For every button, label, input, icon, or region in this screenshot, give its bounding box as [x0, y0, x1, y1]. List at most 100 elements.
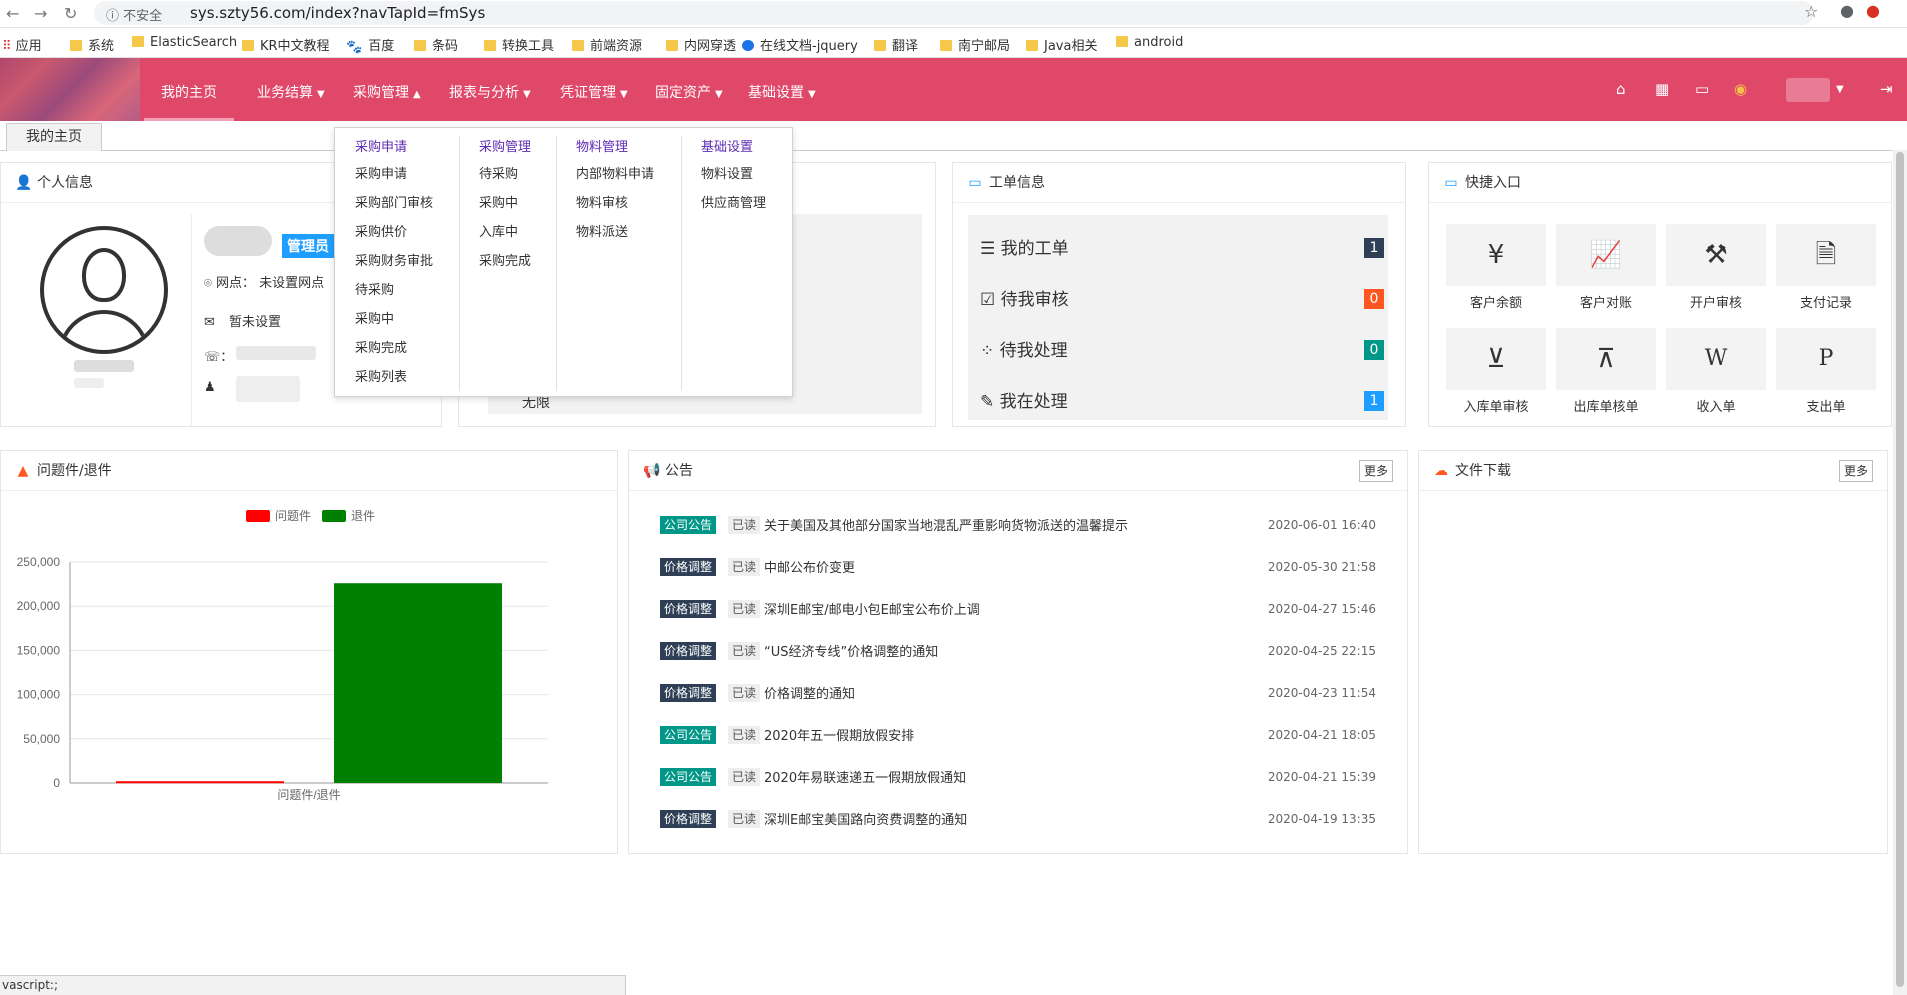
- account-icon[interactable]: ●: [1840, 1, 1854, 20]
- bookmark-item[interactable]: 条码: [414, 35, 458, 54]
- shortcut-caret-down-box[interactable]: ⊻: [1446, 328, 1546, 390]
- work-order-row[interactable]: ✎ 我在处理 1: [968, 377, 1388, 421]
- chrome-menu-icon[interactable]: ●: [1866, 1, 1880, 20]
- dropdown-item[interactable]: 供应商管理: [701, 189, 766, 218]
- notice-title-link[interactable]: 价格调整的通知: [764, 683, 855, 702]
- notice-item[interactable]: 公司公告 已读 2020年五一假期放假安排 2020-04-21 18:05: [660, 724, 1380, 748]
- dropdown-item[interactable]: 物料审核: [576, 189, 654, 218]
- bookmark-item[interactable]: 内网穿透: [666, 35, 736, 54]
- back-icon[interactable]: ←: [6, 4, 19, 23]
- page-scrollbar[interactable]: [1893, 150, 1907, 995]
- shortcut-p-file[interactable]: P: [1776, 328, 1876, 390]
- dropdown-item[interactable]: 采购中: [479, 189, 531, 218]
- dropdown-item[interactable]: 待采购: [355, 276, 433, 305]
- bookmark-item[interactable]: 转换工具: [484, 35, 554, 54]
- bookmark-apps[interactable]: ⠿ 应用: [2, 35, 42, 54]
- notice-item[interactable]: 公司公告 已读 2020年易联速递五一假期放假通知 2020-04-21 15:39: [660, 766, 1380, 790]
- shortcut-label[interactable]: 开户审核: [1666, 292, 1766, 311]
- work-order-row[interactable]: ☑ 待我审核 0: [968, 275, 1388, 319]
- dropdown-column-title[interactable]: 物料管理: [576, 136, 654, 160]
- username-blurred[interactable]: [1786, 78, 1830, 102]
- scrollbar-thumb[interactable]: [1896, 152, 1904, 987]
- notice-title-link[interactable]: 关于美国及其他部分国家当地混乱严重影响货物派送的温馨提示: [764, 515, 1128, 534]
- notice-title-link[interactable]: 2020年五一假期放假安排: [764, 725, 914, 744]
- dropdown-item[interactable]: 待采购: [479, 160, 531, 189]
- work-order-row[interactable]: ☰ 我的工单 1: [968, 224, 1388, 268]
- notice-item[interactable]: 价格调整 已读 “US经济专线”价格调整的通知 2020-04-25 22:15: [660, 640, 1380, 664]
- shortcut-word-file[interactable]: W: [1666, 328, 1766, 390]
- nav-menu-item[interactable]: 报表与分析 ▼: [449, 82, 531, 102]
- shortcut-label[interactable]: 客户对账: [1556, 292, 1656, 311]
- dropdown-item[interactable]: 物料设置: [701, 160, 766, 189]
- bookmark-item[interactable]: 🐾 百度: [346, 35, 394, 55]
- security-indicator[interactable]: ⓘ 不安全: [106, 5, 162, 24]
- shortcut-label[interactable]: 客户余额: [1446, 292, 1546, 311]
- bookmark-item[interactable]: ElasticSearch: [132, 35, 237, 50]
- bookmark-item[interactable]: 翻译: [874, 35, 918, 54]
- dropdown-item[interactable]: 采购中: [355, 305, 433, 334]
- nav-menu-item[interactable]: 采购管理 ▲: [353, 82, 421, 102]
- dropdown-item[interactable]: 物料派送: [576, 218, 654, 247]
- notice-title-link[interactable]: 中邮公布价变更: [764, 557, 855, 576]
- notice-item[interactable]: 价格调整 已读 深圳E邮宝/邮电小包E邮宝公布价上调 2020-04-27 15:46: [660, 598, 1380, 622]
- dropdown-column-title[interactable]: 基础设置: [701, 136, 766, 160]
- notice-title-link[interactable]: 2020年易联速递五一假期放假通知: [764, 767, 966, 786]
- dropdown-column-title[interactable]: 采购管理: [479, 136, 531, 160]
- shortcut-document[interactable]: 🗎: [1776, 224, 1876, 286]
- nav-menu-item[interactable]: 固定资产 ▼: [655, 82, 723, 102]
- notice-item[interactable]: 价格调整 已读 价格调整的通知 2020-04-23 11:54: [660, 682, 1380, 706]
- notice-item[interactable]: 价格调整 已读 深圳E邮宝美国路向资费调整的通知 2020-04-19 13:35: [660, 808, 1380, 832]
- logout-icon[interactable]: ⇥: [1880, 80, 1893, 98]
- notices-more-button[interactable]: 更多: [1359, 460, 1393, 482]
- dropdown-column-title[interactable]: 采购申请: [355, 136, 433, 160]
- user-avatar-icon[interactable]: ◉: [1734, 80, 1747, 98]
- dropdown-item[interactable]: 采购供价: [355, 218, 433, 247]
- shortcut-label[interactable]: 支出单: [1776, 396, 1876, 415]
- bookmark-item[interactable]: 前端资源: [572, 35, 642, 54]
- dropdown-item[interactable]: 采购列表: [355, 363, 433, 392]
- dropdown-item[interactable]: 采购申请: [355, 160, 433, 189]
- bookmark-item[interactable]: 在线文档-jquery: [742, 35, 858, 54]
- dropdown-item[interactable]: 采购部门审核: [355, 189, 433, 218]
- dropdown-item[interactable]: 入库中: [479, 218, 531, 247]
- bookmark-item[interactable]: 系统: [70, 35, 114, 54]
- notice-title-link[interactable]: “US经济专线”价格调整的通知: [764, 641, 938, 660]
- dropdown-item[interactable]: 采购完成: [355, 334, 433, 363]
- shortcut-label[interactable]: 支付记录: [1776, 292, 1876, 311]
- url-text[interactable]: sys.szty56.com/index?navTapId=fmSys: [190, 4, 485, 22]
- notice-item[interactable]: 价格调整 已读 中邮公布价变更 2020-05-30 21:58: [660, 556, 1380, 580]
- monitor-icon[interactable]: ▭: [1695, 80, 1709, 98]
- shortcut-gavel[interactable]: ⚒: [1666, 224, 1766, 286]
- avatar[interactable]: [40, 226, 168, 354]
- shortcut-label[interactable]: 出库单核单: [1556, 396, 1656, 415]
- dropdown-item[interactable]: 内部物料申请: [576, 160, 654, 189]
- home-icon[interactable]: ⌂: [1616, 80, 1626, 98]
- star-icon[interactable]: ☆: [1804, 2, 1818, 21]
- notice-title-link[interactable]: 深圳E邮宝美国路向资费调整的通知: [764, 809, 967, 828]
- shortcut-trend-chart[interactable]: 📈: [1556, 224, 1656, 286]
- shortcut-label[interactable]: 收入单: [1666, 396, 1766, 415]
- caret-down-icon[interactable]: ▼: [1836, 84, 1844, 95]
- shortcut-label[interactable]: 入库单审核: [1446, 396, 1546, 415]
- bookmark-item[interactable]: 南宁邮局: [940, 35, 1010, 54]
- forward-icon[interactable]: →: [34, 4, 47, 23]
- nav-menu-item[interactable]: 基础设置 ▼: [748, 82, 816, 102]
- notice-title-link[interactable]: 深圳E邮宝/邮电小包E邮宝公布价上调: [764, 599, 980, 618]
- nav-menu-item[interactable]: 凭证管理 ▼: [560, 82, 628, 102]
- bookmark-item[interactable]: android: [1116, 35, 1183, 50]
- tab-home[interactable]: 我的主页: [6, 123, 102, 151]
- grid-icon[interactable]: ▦: [1655, 80, 1669, 98]
- dropdown-item[interactable]: 采购完成: [479, 247, 531, 276]
- shortcut-yen[interactable]: ¥: [1446, 224, 1546, 286]
- dropdown-item[interactable]: 采购财务审批: [355, 247, 433, 276]
- bookmark-item[interactable]: Java相关: [1026, 35, 1097, 54]
- nav-menu-item[interactable]: 业务结算 ▼: [257, 82, 325, 102]
- notice-item[interactable]: 公司公告 已读 关于美国及其他部分国家当地混乱严重影响货物派送的温馨提示 2020-0…: [660, 514, 1380, 538]
- downloads-more-button[interactable]: 更多: [1839, 460, 1873, 482]
- nav-menu-item[interactable]: 我的主页: [161, 82, 217, 102]
- phone-line: ☏：: [204, 346, 233, 365]
- work-order-row[interactable]: ⁘ 待我处理 0: [968, 326, 1388, 370]
- reload-icon[interactable]: ↻: [64, 4, 77, 23]
- shortcut-caret-up-box[interactable]: ⊼: [1556, 328, 1656, 390]
- bookmark-item[interactable]: KR中文教程: [242, 35, 330, 54]
